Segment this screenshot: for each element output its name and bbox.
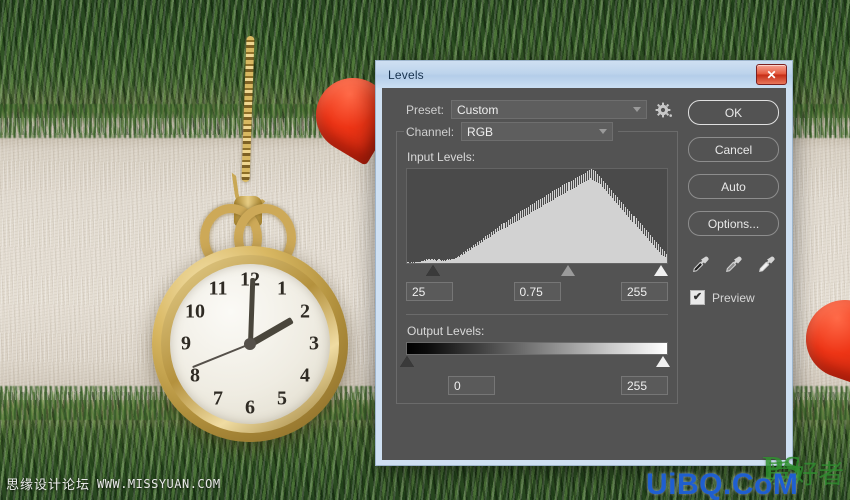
cancel-button[interactable]: Cancel <box>688 137 779 162</box>
levels-buttons-column: OK Cancel Auto Options... ✔ Preview <box>678 100 779 450</box>
watch-second-hand <box>192 343 251 369</box>
input-highlight-slider[interactable] <box>654 265 668 276</box>
set-black-point-eyedropper[interactable] <box>691 254 711 274</box>
preview-checkbox-row[interactable]: ✔ Preview <box>690 290 755 305</box>
levels-dialog: Levels ✕ Preset: Custom Channel: RGB Inp… <box>375 60 793 466</box>
screenshot-canvas: 12 1 2 3 4 5 6 7 8 9 10 11 <box>0 0 850 500</box>
preset-row: Preset: Custom <box>396 100 678 119</box>
output-black-field[interactable]: 0 <box>448 376 495 395</box>
close-icon: ✕ <box>766 67 777 82</box>
channel-label: Channel: <box>406 124 455 139</box>
preset-value: Custom <box>457 102 499 117</box>
levels-group-box: Channel: RGB Input Levels: 25 0.75 255 O… <box>396 122 678 404</box>
input-highlight-field[interactable]: 255 <box>621 282 668 301</box>
group-border-left <box>396 131 404 132</box>
ok-button[interactable]: OK <box>688 100 779 125</box>
input-shadow-slider[interactable] <box>426 265 440 276</box>
gear-icon[interactable] <box>655 101 673 119</box>
preset-label: Preset: <box>405 102 444 117</box>
output-black-slider[interactable] <box>400 356 414 367</box>
output-white-slider[interactable] <box>656 356 670 367</box>
preset-dropdown[interactable]: Custom <box>451 100 647 119</box>
input-levels-label: Input Levels: <box>407 150 476 164</box>
input-levels-fields: 25 0.75 255 <box>406 282 668 301</box>
section-divider <box>406 314 668 315</box>
input-levels-slider <box>406 265 668 277</box>
output-white-field[interactable]: 255 <box>621 376 668 395</box>
chevron-down-icon <box>599 129 608 134</box>
chevron-down-icon <box>633 107 641 112</box>
gold-pocket-watch: 12 1 2 3 4 5 6 7 8 9 10 11 <box>152 246 348 442</box>
dialog-titlebar[interactable]: Levels ✕ <box>376 61 792 88</box>
output-levels-fields: 0 255 <box>406 376 668 395</box>
channel-dropdown[interactable]: RGB <box>461 122 614 141</box>
checkmark-icon: ✔ <box>692 291 703 303</box>
histogram <box>406 168 668 264</box>
watch-dial: 12 1 2 3 4 5 6 7 8 9 10 11 <box>170 264 330 424</box>
eyedropper-group <box>691 254 777 274</box>
input-midtone-field[interactable]: 0.75 <box>513 282 561 301</box>
channel-row: Channel: RGB <box>406 122 668 141</box>
input-shadow-field[interactable]: 25 <box>406 282 453 301</box>
watermark-url-text: WWW.MISSYUAN.COM <box>97 476 221 491</box>
dialog-title: Levels <box>388 67 424 82</box>
watermark-site-text: UiBQ.CoM <box>646 468 799 500</box>
preview-label: Preview <box>712 290 755 305</box>
dialog-body: Preset: Custom Channel: RGB Input Levels… <box>382 88 786 460</box>
close-button[interactable]: ✕ <box>756 64 787 85</box>
input-midtone-slider[interactable] <box>561 265 575 276</box>
preview-checkbox[interactable]: ✔ <box>690 290 705 305</box>
channel-value: RGB <box>467 124 494 139</box>
auto-button[interactable]: Auto <box>688 174 779 199</box>
set-gray-point-eyedropper[interactable] <box>724 254 744 274</box>
watch-center-pin <box>244 338 256 350</box>
output-gradient-bar <box>406 342 668 355</box>
watermark-cn-text: 思缘设计论坛 <box>6 478 91 493</box>
histogram-bars <box>407 169 667 263</box>
watermark-bottom-left: 思缘设计论坛 WWW.MISSYUAN.COM <box>6 474 221 494</box>
set-white-point-eyedropper[interactable] <box>757 254 777 274</box>
output-levels-slider <box>400 356 670 368</box>
options-button[interactable]: Options... <box>688 211 779 236</box>
levels-controls-column: Preset: Custom Channel: RGB Input Levels… <box>396 100 678 450</box>
watermark-bottom-right: PS 爱好者 UiBQ.CoM <box>646 450 846 500</box>
output-levels-label: Output Levels: <box>407 324 485 338</box>
